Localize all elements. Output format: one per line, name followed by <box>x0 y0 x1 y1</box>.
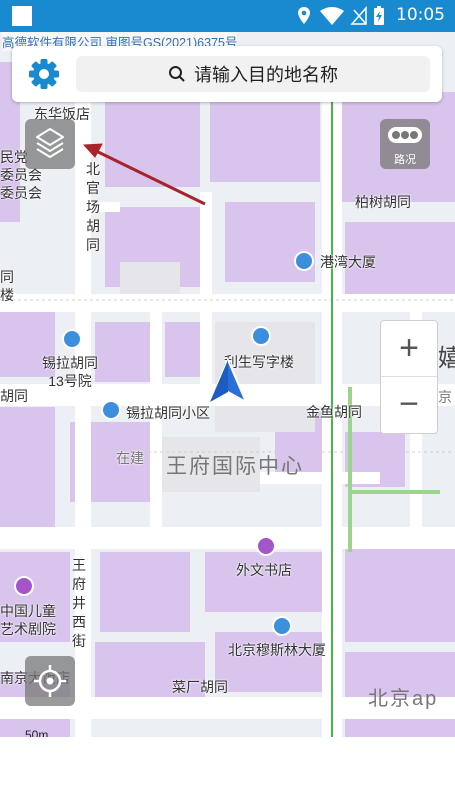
settings-button[interactable] <box>26 56 62 92</box>
poi-marker[interactable] <box>272 616 292 636</box>
app-notification-icon <box>12 6 32 26</box>
layers-button[interactable] <box>25 119 75 169</box>
poi-marker[interactable] <box>294 251 314 271</box>
bottom-panel <box>0 737 455 808</box>
map-label: 嬉 <box>438 345 455 372</box>
map-label: 同 楼 <box>0 269 14 303</box>
map-label: 北京穆斯林大厦 <box>228 642 326 658</box>
zoom-in-button[interactable]: + <box>381 321 437 376</box>
map-area-label: 王府国际中心 <box>166 455 304 478</box>
poi-marker[interactable] <box>251 326 271 346</box>
map-label: 金鱼胡同 <box>306 404 362 420</box>
signal-icon <box>350 6 367 25</box>
map-label: 锡拉胡同 13号院 <box>42 355 98 389</box>
traffic-label: 路况 <box>394 154 416 166</box>
zoom-control: + − <box>380 320 438 434</box>
search-icon <box>169 66 185 82</box>
status-icons <box>298 6 384 25</box>
wifi-icon <box>320 7 344 25</box>
zoom-out-button[interactable]: − <box>381 377 437 432</box>
traffic-icon <box>388 127 422 143</box>
battery-icon <box>374 6 384 25</box>
locate-icon <box>34 665 66 697</box>
poi-marker[interactable] <box>256 536 276 556</box>
map-area-label: 北京ap <box>368 688 439 710</box>
location-icon <box>298 7 310 24</box>
clock: 10:05 <box>396 5 445 25</box>
search-input[interactable]: 请输入目的地名称 <box>76 56 430 92</box>
traffic-button[interactable]: 路况 <box>380 119 430 169</box>
locate-button[interactable] <box>25 656 75 706</box>
map-label: 锡拉胡同小区 <box>126 405 210 421</box>
search-placeholder: 请输入目的地名称 <box>194 65 338 85</box>
poi-marker[interactable] <box>14 576 34 596</box>
map-label: 港湾大厦 <box>320 254 376 270</box>
map-label: 中国儿童 艺术剧院 <box>0 603 56 637</box>
map-label: 菜厂胡同 <box>172 679 228 695</box>
poi-marker[interactable] <box>101 400 121 420</box>
layers-icon <box>36 128 64 158</box>
poi-marker[interactable] <box>62 329 82 349</box>
map-label: 柏树胡同 <box>355 194 411 210</box>
map-label: 外文书店 <box>236 562 292 578</box>
navigation-arrow-icon <box>208 358 248 404</box>
status-bar: 10:05 <box>0 0 455 32</box>
map-label: 王 府 井 西 街 <box>72 557 86 649</box>
map-label: 北 官 场 胡 同 <box>86 161 100 253</box>
map-label: 在建 <box>116 450 144 466</box>
map-label: 胡同 <box>0 388 28 404</box>
search-bar: 请输入目的地名称 <box>12 46 442 102</box>
settings-icon <box>29 59 59 89</box>
